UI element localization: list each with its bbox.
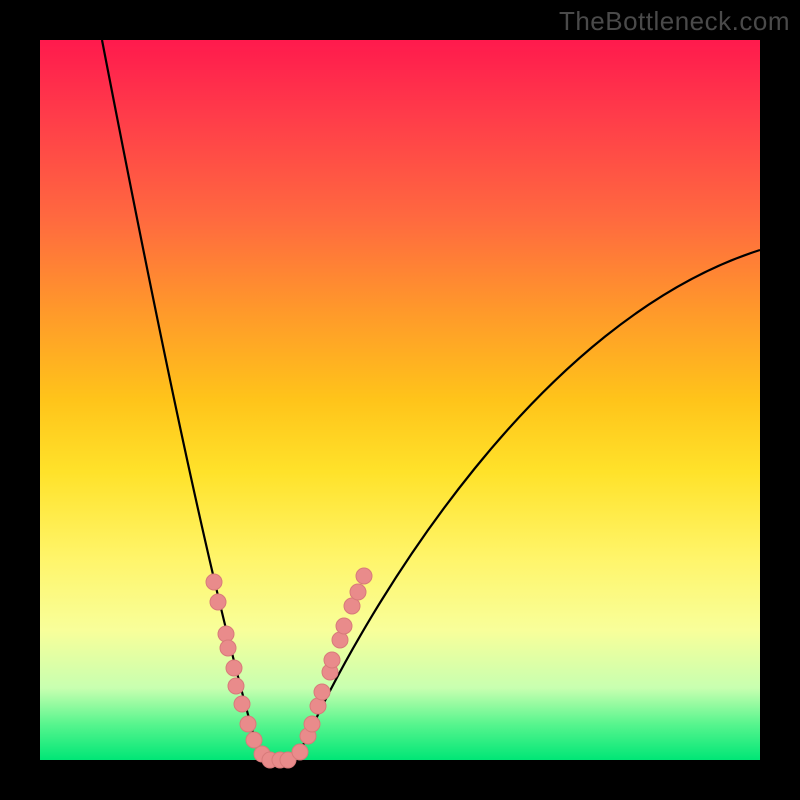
data-marker: [314, 684, 330, 700]
markers-right-group: [292, 568, 372, 760]
data-marker: [246, 732, 262, 748]
data-marker: [350, 584, 366, 600]
data-marker: [228, 678, 244, 694]
data-marker: [324, 652, 340, 668]
chart-svg: [40, 40, 760, 760]
data-marker: [226, 660, 242, 676]
data-marker: [356, 568, 372, 584]
data-marker: [332, 632, 348, 648]
plot-area: [40, 40, 760, 760]
markers-left-group: [206, 574, 296, 768]
bottleneck-curve: [102, 40, 760, 760]
data-marker: [304, 716, 320, 732]
chart-frame: TheBottleneck.com: [0, 0, 800, 800]
data-marker: [234, 696, 250, 712]
data-marker: [292, 744, 308, 760]
data-marker: [240, 716, 256, 732]
data-marker: [220, 640, 236, 656]
data-marker: [210, 594, 226, 610]
data-marker: [310, 698, 326, 714]
data-marker: [206, 574, 222, 590]
data-marker: [218, 626, 234, 642]
watermark-text: TheBottleneck.com: [559, 6, 790, 37]
data-marker: [336, 618, 352, 634]
